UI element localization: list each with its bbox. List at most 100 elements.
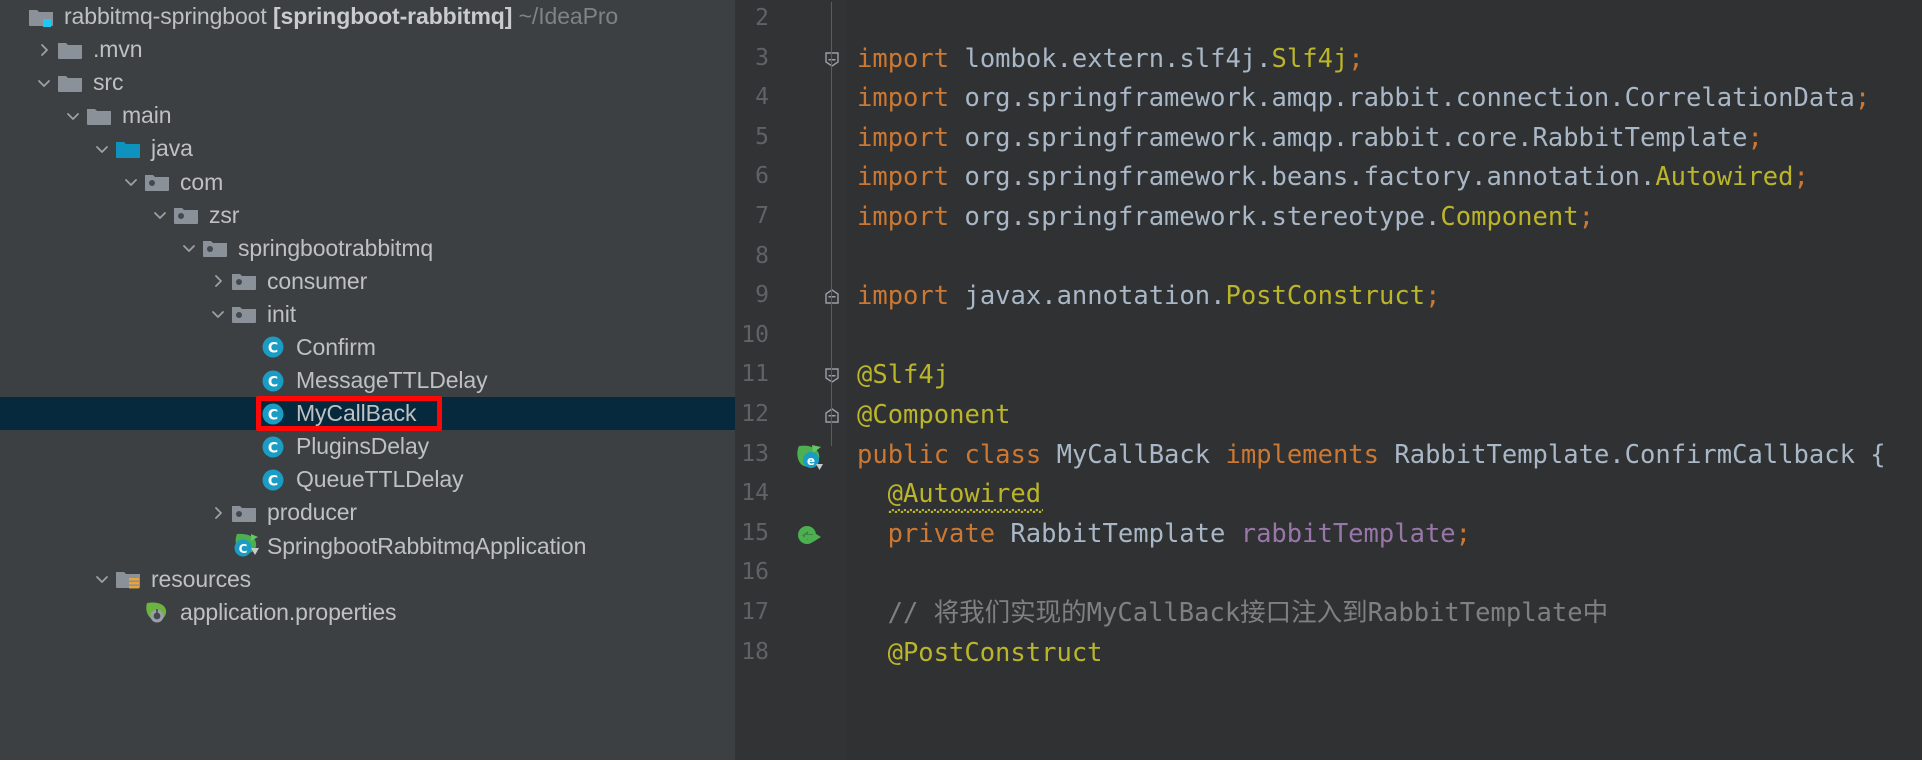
svg-text:e: e — [807, 454, 815, 468]
code-line-10[interactable] — [857, 323, 872, 349]
tree-item-com[interactable]: com — [0, 165, 735, 198]
tree-item-zsr[interactable]: zsr — [0, 199, 735, 232]
code-line-16[interactable] — [857, 560, 872, 586]
tree-item-label: PluginsDelay — [296, 433, 430, 460]
resources-root-folder-icon — [115, 566, 145, 592]
line-number: 18 — [741, 638, 769, 665]
tree-item-label: QueueTTLDelay — [296, 466, 464, 493]
code-token: import — [857, 281, 965, 312]
code-token: @Slf4j — [857, 360, 950, 391]
tree-item-plugins[interactable]: C PluginsDelay — [0, 430, 735, 463]
code-line-5[interactable]: import org.springframework.amqp.rabbit.c… — [857, 125, 1763, 151]
code-token: public — [857, 439, 965, 470]
tree-item-msgttl[interactable]: C MessageTTLDelay — [0, 364, 735, 397]
svg-text:C: C — [268, 473, 278, 489]
code-line-4[interactable]: import org.springframework.amqp.rabbit.c… — [857, 85, 1870, 111]
code-line-7[interactable]: import org.springframework.stereotype.Co… — [857, 204, 1594, 230]
code-token: RabbitTemplate.ConfirmCallback { — [1394, 439, 1886, 470]
chevron-right-icon[interactable] — [205, 500, 231, 526]
folder-icon — [57, 37, 87, 63]
code-line-11[interactable]: @Slf4j — [857, 362, 949, 388]
green-arrow-icon[interactable] — [795, 522, 823, 550]
line-number: 14 — [741, 480, 769, 507]
code-line-13[interactable]: public class MyCallBack implements Rabbi… — [857, 442, 1886, 468]
tree-item-label: java — [151, 135, 193, 162]
code-token: org.springframework.amqp.rabbit.core.Rab… — [964, 122, 1748, 153]
tree-item-consumer[interactable]: consumer — [0, 265, 735, 298]
tree-item-queuettl[interactable]: C QueueTTLDelay — [0, 463, 735, 496]
code-token: @Autowired — [887, 479, 1042, 510]
chevron-down-icon[interactable] — [60, 103, 86, 129]
code-token: // 将我们实现的MyCallBack接口注入到RabbitTemplate中 — [887, 598, 1609, 628]
java-class-icon: C — [260, 368, 290, 394]
code-token: lombok.extern.slf4j. — [964, 43, 1272, 74]
chevron-down-icon[interactable] — [176, 235, 202, 261]
fold-toggle-icon[interactable] — [824, 367, 840, 384]
code-line-9[interactable]: import javax.annotation.PostConstruct; — [857, 283, 1440, 309]
tree-item-mycallback[interactable]: C MyCallBack — [0, 397, 735, 431]
line-number: 3 — [755, 44, 769, 71]
svg-text:C: C — [268, 374, 278, 390]
code-line-14[interactable]: @Autowired — [888, 481, 1042, 507]
line-number: 13 — [741, 440, 769, 467]
package-icon — [231, 301, 261, 327]
chevron-right-icon[interactable] — [31, 37, 57, 63]
tree-item-appprops[interactable]: application.properties — [0, 596, 735, 629]
tree-item-java[interactable]: java — [0, 132, 735, 165]
editor-gutter[interactable]: 2 3 4 5 6 7 8 9 10 11 12 13 e 14 15 16 17 18 — [735, 0, 847, 760]
project-tool-window[interactable]: rabbitmq-springboot [springboot-rabbitmq… — [0, 0, 735, 760]
tree-item-label: resources — [151, 565, 252, 592]
source-root-folder-icon — [115, 136, 145, 162]
package-icon — [231, 500, 261, 526]
spring-bean-icon[interactable]: e — [795, 443, 823, 471]
tree-item-resources[interactable]: resources — [0, 563, 735, 596]
code-line-15[interactable]: private RabbitTemplate rabbitTemplate; — [888, 521, 1471, 547]
tree-item-sbrmq[interactable]: springbootrabbitmq — [0, 232, 735, 265]
line-number: 4 — [755, 84, 769, 111]
tree-item-main[interactable]: main — [0, 99, 735, 132]
code-token: Component — [1440, 202, 1579, 232]
tree-item-root[interactable]: rabbitmq-springboot [springboot-rabbitmq… — [0, 0, 735, 33]
code-line-8[interactable] — [857, 244, 872, 270]
line-number: 7 — [755, 203, 769, 229]
fold-toggle-icon[interactable] — [824, 407, 840, 423]
java-class-icon: C — [260, 434, 290, 460]
code-token: org.springframework.beans.factory.annota… — [964, 162, 1656, 193]
project-tree[interactable]: rabbitmq-springboot [springboot-rabbitmq… — [0, 0, 735, 629]
code-editor[interactable]: 2 3 4 5 6 7 8 9 10 11 12 13 e 14 15 16 17 18 import lombo… — [735, 0, 1922, 760]
tree-item-label: main — [122, 102, 172, 129]
fold-guide-line — [831, 2, 832, 446]
tree-item-producer[interactable]: producer — [0, 496, 735, 529]
code-token: import — [857, 122, 965, 153]
chevron-down-icon[interactable] — [118, 169, 144, 195]
folder-icon — [86, 103, 116, 129]
package-icon — [144, 169, 174, 195]
tree-item-mvn[interactable]: .mvn — [0, 33, 735, 66]
code-line-18[interactable]: @PostConstruct — [888, 640, 1103, 666]
code-text-area[interactable]: import lombok.extern.slf4j.Slf4j; import … — [847, 0, 1922, 760]
tree-item-init[interactable]: init — [0, 298, 735, 331]
code-line-6[interactable]: import org.springframework.beans.factory… — [857, 164, 1809, 190]
tree-item-src[interactable]: src — [0, 66, 735, 99]
chevron-down-icon[interactable] — [147, 202, 173, 228]
code-line-12[interactable]: @Component — [857, 402, 1011, 428]
line-number: 8 — [755, 242, 769, 269]
code-line-17[interactable]: // 将我们实现的MyCallBack接口注入到RabbitTemplate中 — [888, 600, 1609, 626]
code-line-3[interactable]: import lombok.extern.slf4j.Slf4j; — [857, 46, 1364, 72]
chevron-down-icon[interactable] — [89, 566, 115, 592]
code-token: import — [857, 83, 965, 114]
spring-properties-icon — [144, 599, 174, 625]
code-line-2[interactable] — [857, 6, 872, 32]
chevron-down-icon[interactable] — [89, 136, 115, 162]
fold-toggle-icon[interactable] — [824, 288, 840, 304]
code-token: ; — [1425, 281, 1441, 312]
chevron-down-icon[interactable] — [205, 301, 231, 327]
package-icon — [202, 235, 232, 261]
tree-item-confirm[interactable]: C Confirm — [0, 331, 735, 364]
chevron-down-icon[interactable] — [31, 70, 57, 96]
chevron-right-icon[interactable] — [205, 268, 231, 294]
line-number: 2 — [755, 5, 769, 31]
fold-toggle-icon[interactable] — [824, 51, 840, 67]
tree-item-sbapp[interactable]: C SpringbootRabbitmqApplication — [0, 530, 735, 563]
